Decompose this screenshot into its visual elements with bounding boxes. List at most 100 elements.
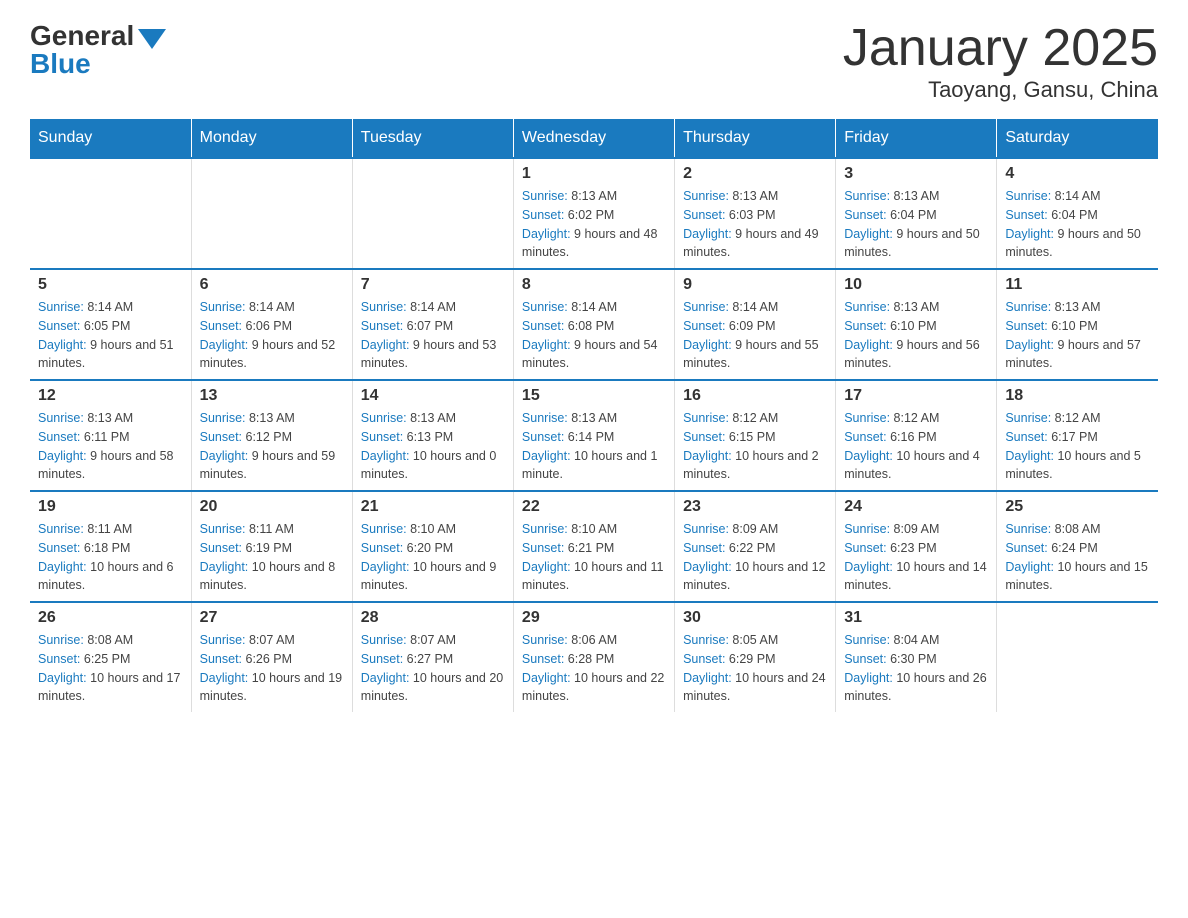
calendar-cell: 30 Sunrise: 8:05 AMSunset: 6:29 PMDayligh… (675, 602, 836, 712)
page-header: General Blue January 2025 Taoyang, Gansu… (30, 20, 1158, 103)
calendar-cell: 20Sunrise: 8:11 AMSunset: 6:19 PMDayligh… (191, 491, 352, 602)
day-header-sunday: Sunday (30, 119, 191, 158)
calendar-cell: 13 Sunrise: 8:13 AMSunset: 6:12 PMDayligh… (191, 380, 352, 491)
calendar-cell: 25 Sunrise: 8:08 AMSunset: 6:24 PMDayligh… (997, 491, 1158, 602)
calendar-cell: 14 Sunrise: 8:13 AMSunset: 6:13 PMDayligh… (352, 380, 513, 491)
calendar-cell: 19 Sunrise: 8:11 AMSunset: 6:18 PMDayligh… (30, 491, 191, 602)
calendar-cell: 9Sunrise: 8:14 AMSunset: 6:09 PMDaylight… (675, 269, 836, 380)
calendar-cell (997, 602, 1158, 712)
calendar-cell (352, 158, 513, 269)
day-number: 1 (522, 165, 666, 183)
calendar-cell: 21 Sunrise: 8:10 AMSunset: 6:20 PMDayligh… (352, 491, 513, 602)
day-header-wednesday: Wednesday (513, 119, 674, 158)
day-detail: Sunrise: 8:14 AMSunset: 6:09 PMDaylight:… (683, 298, 827, 373)
day-number: 13 (200, 387, 344, 405)
day-header-tuesday: Tuesday (352, 119, 513, 158)
day-number: 6 (200, 276, 344, 294)
day-detail: Sunrise: 8:10 AMSunset: 6:20 PMDaylight:… (361, 520, 505, 595)
day-number: 14 (361, 387, 505, 405)
day-number: 31 (844, 609, 988, 627)
day-number: 10 (844, 276, 988, 294)
calendar-cell: 31 Sunrise: 8:04 AMSunset: 6:30 PMDayligh… (836, 602, 997, 712)
calendar-table: SundayMondayTuesdayWednesdayThursdayFrid… (30, 119, 1158, 712)
calendar-cell: 29 Sunrise: 8:06 AMSunset: 6:28 PMDayligh… (513, 602, 674, 712)
day-number: 29 (522, 609, 666, 627)
day-detail: Sunrise: 8:10 AMSunset: 6:21 PMDaylight:… (522, 520, 666, 595)
calendar-cell: 5 Sunrise: 8:14 AMSunset: 6:05 PMDaylight… (30, 269, 191, 380)
day-number: 12 (38, 387, 183, 405)
day-number: 15 (522, 387, 666, 405)
title-block: January 2025 Taoyang, Gansu, China (843, 20, 1158, 103)
calendar-cell: 2 Sunrise: 8:13 AMSunset: 6:03 PMDaylight… (675, 158, 836, 269)
day-detail: Sunrise: 8:09 AMSunset: 6:22 PMDaylight:… (683, 520, 827, 595)
day-number: 2 (683, 165, 827, 183)
page-subtitle: Taoyang, Gansu, China (843, 77, 1158, 103)
calendar-cell: 27Sunrise: 8:07 AMSunset: 6:26 PMDayligh… (191, 602, 352, 712)
day-detail: Sunrise: 8:13 AMSunset: 6:03 PMDaylight:… (683, 187, 827, 262)
calendar-cell: 26 Sunrise: 8:08 AMSunset: 6:25 PMDayligh… (30, 602, 191, 712)
day-number: 24 (844, 498, 988, 516)
calendar-cell: 17Sunrise: 8:12 AMSunset: 6:16 PMDayligh… (836, 380, 997, 491)
logo: General Blue (30, 20, 166, 80)
calendar-cell: 1 Sunrise: 8:13 AMSunset: 6:02 PMDaylight… (513, 158, 674, 269)
day-detail: Sunrise: 8:04 AMSunset: 6:30 PMDaylight:… (844, 631, 988, 706)
calendar-cell: 11 Sunrise: 8:13 AMSunset: 6:10 PMDayligh… (997, 269, 1158, 380)
day-header-thursday: Thursday (675, 119, 836, 158)
day-detail: Sunrise: 8:11 AMSunset: 6:18 PMDaylight:… (38, 520, 183, 595)
day-detail: Sunrise: 8:14 AMSunset: 6:05 PMDaylight:… (38, 298, 183, 373)
day-number: 11 (1005, 276, 1150, 294)
calendar-week-row: 12Sunrise: 8:13 AMSunset: 6:11 PMDayligh… (30, 380, 1158, 491)
day-detail: Sunrise: 8:09 AMSunset: 6:23 PMDaylight:… (844, 520, 988, 595)
calendar-cell: 28 Sunrise: 8:07 AMSunset: 6:27 PMDayligh… (352, 602, 513, 712)
calendar-cell: 4 Sunrise: 8:14 AMSunset: 6:04 PMDaylight… (997, 158, 1158, 269)
day-number: 26 (38, 609, 183, 627)
day-number: 30 (683, 609, 827, 627)
day-detail: Sunrise: 8:06 AMSunset: 6:28 PMDaylight:… (522, 631, 666, 706)
day-number: 8 (522, 276, 666, 294)
calendar-cell: 24 Sunrise: 8:09 AMSunset: 6:23 PMDayligh… (836, 491, 997, 602)
day-number: 28 (361, 609, 505, 627)
day-detail: Sunrise: 8:13 AMSunset: 6:04 PMDaylight:… (844, 187, 988, 262)
day-number: 23 (683, 498, 827, 516)
day-header-saturday: Saturday (997, 119, 1158, 158)
calendar-cell: 8 Sunrise: 8:14 AMSunset: 6:08 PMDaylight… (513, 269, 674, 380)
day-number: 3 (844, 165, 988, 183)
day-detail: Sunrise: 8:14 AMSunset: 6:06 PMDaylight:… (200, 298, 344, 373)
day-detail: Sunrise: 8:13 AMSunset: 6:12 PMDaylight:… (200, 409, 344, 484)
day-number: 27 (200, 609, 344, 627)
day-detail: Sunrise: 8:13 AMSunset: 6:02 PMDaylight:… (522, 187, 666, 262)
day-detail: Sunrise: 8:13 AMSunset: 6:13 PMDaylight:… (361, 409, 505, 484)
day-number: 25 (1005, 498, 1150, 516)
calendar-header-row: SundayMondayTuesdayWednesdayThursdayFrid… (30, 119, 1158, 158)
calendar-cell (30, 158, 191, 269)
calendar-week-row: 1 Sunrise: 8:13 AMSunset: 6:02 PMDaylight… (30, 158, 1158, 269)
calendar-week-row: 5 Sunrise: 8:14 AMSunset: 6:05 PMDaylight… (30, 269, 1158, 380)
calendar-cell (191, 158, 352, 269)
day-number: 4 (1005, 165, 1150, 183)
day-number: 16 (683, 387, 827, 405)
day-detail: Sunrise: 8:08 AMSunset: 6:25 PMDaylight:… (38, 631, 183, 706)
day-detail: Sunrise: 8:05 AMSunset: 6:29 PMDaylight:… (683, 631, 827, 706)
calendar-cell: 22Sunrise: 8:10 AMSunset: 6:21 PMDayligh… (513, 491, 674, 602)
day-number: 5 (38, 276, 183, 294)
calendar-cell: 7Sunrise: 8:14 AMSunset: 6:07 PMDaylight… (352, 269, 513, 380)
day-detail: Sunrise: 8:13 AMSunset: 6:10 PMDaylight:… (844, 298, 988, 373)
day-detail: Sunrise: 8:12 AMSunset: 6:15 PMDaylight:… (683, 409, 827, 484)
calendar-week-row: 26 Sunrise: 8:08 AMSunset: 6:25 PMDayligh… (30, 602, 1158, 712)
calendar-week-row: 19 Sunrise: 8:11 AMSunset: 6:18 PMDayligh… (30, 491, 1158, 602)
day-detail: Sunrise: 8:14 AMSunset: 6:08 PMDaylight:… (522, 298, 666, 373)
day-number: 21 (361, 498, 505, 516)
page-title: January 2025 (843, 20, 1158, 77)
day-detail: Sunrise: 8:07 AMSunset: 6:27 PMDaylight:… (361, 631, 505, 706)
day-number: 19 (38, 498, 183, 516)
calendar-cell: 10 Sunrise: 8:13 AMSunset: 6:10 PMDayligh… (836, 269, 997, 380)
day-detail: Sunrise: 8:14 AMSunset: 6:04 PMDaylight:… (1005, 187, 1150, 262)
day-detail: Sunrise: 8:08 AMSunset: 6:24 PMDaylight:… (1005, 520, 1150, 595)
calendar-cell: 6 Sunrise: 8:14 AMSunset: 6:06 PMDaylight… (191, 269, 352, 380)
calendar-cell: 12Sunrise: 8:13 AMSunset: 6:11 PMDayligh… (30, 380, 191, 491)
logo-arrow-icon (138, 29, 166, 49)
day-number: 17 (844, 387, 988, 405)
day-detail: Sunrise: 8:13 AMSunset: 6:10 PMDaylight:… (1005, 298, 1150, 373)
day-number: 18 (1005, 387, 1150, 405)
calendar-cell: 18Sunrise: 8:12 AMSunset: 6:17 PMDayligh… (997, 380, 1158, 491)
